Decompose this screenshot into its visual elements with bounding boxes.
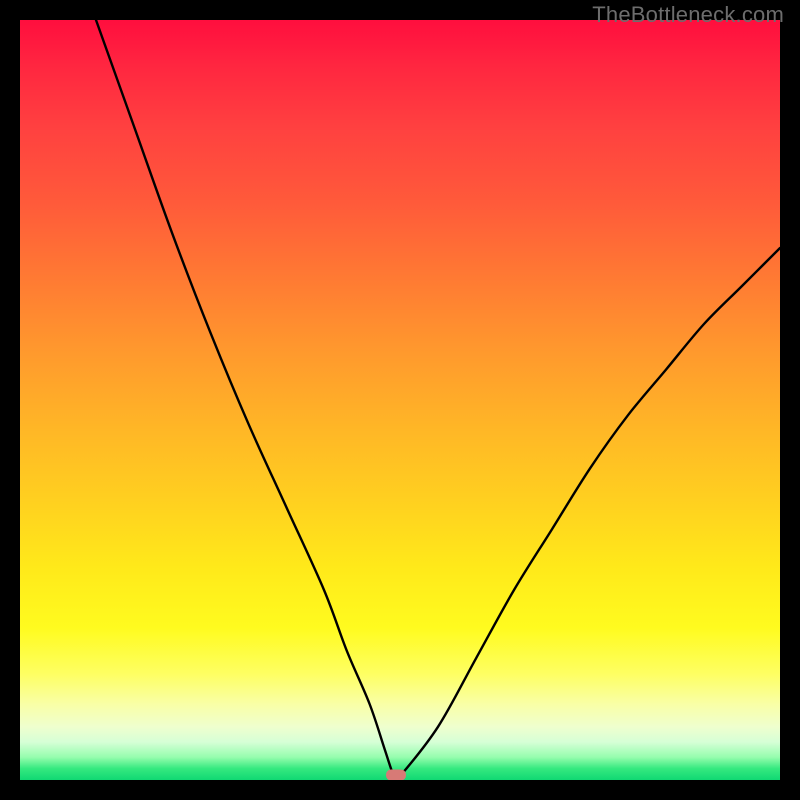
curve-svg [20, 20, 780, 780]
bottleneck-curve [96, 20, 780, 780]
minimum-marker [386, 770, 406, 780]
watermark-text: TheBottleneck.com [592, 2, 784, 28]
plot-area [20, 20, 780, 780]
chart-container: TheBottleneck.com [0, 0, 800, 800]
